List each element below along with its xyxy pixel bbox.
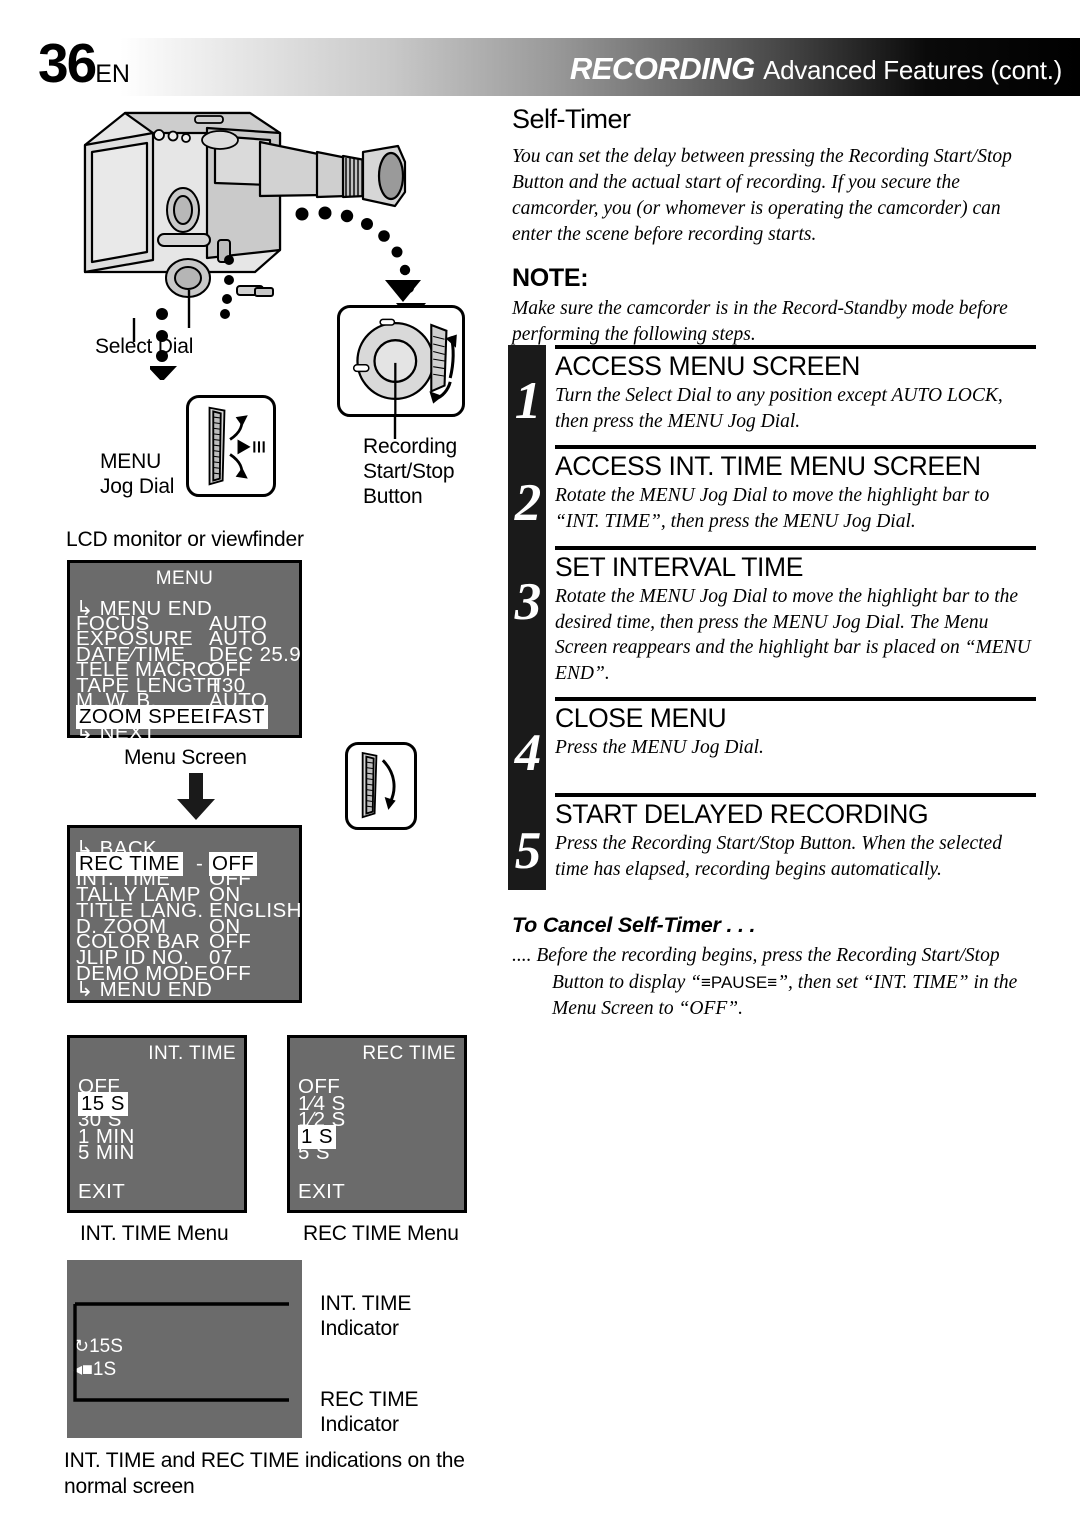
step-4-title: CLOSE MENU [555,702,727,733]
section-title: Self-Timer [512,104,631,134]
menu-row[interactable]: ↳ MENU END [76,977,299,1002]
recording-box-arrow [385,280,421,302]
step-4-desc: Press the MENU Jog Dial. [555,736,764,758]
recording-button-label-line3: Button [363,484,423,508]
int-time-indicator-label-line2: Indicator [320,1316,399,1340]
recording-button-detail-box [337,305,465,417]
section-intro: You can set the delay between pressing t… [512,146,1012,245]
menu-jog-dial-label: MENU Jog Dial [100,450,174,500]
menu-row[interactable]: ↳ NEXT [76,720,299,745]
page-header: 36EN RECORDING Advanced Features (cont.) [0,36,1080,96]
recording-button-label-line1: Recording [363,435,457,458]
note-body: Make sure the camcorder is in the Record… [512,297,1008,345]
step-5-desc: Press the Recording Start/Stop Button. W… [555,832,1002,880]
header-title-rest: Advanced Features (cont.) [763,55,1062,85]
step-1: 1 ACCESS MENU SCREEN Turn the Select Dia… [508,349,1036,434]
header-title-emphasis: RECORDING [569,51,755,86]
step-2-title: ACCESS INT. TIME MENU SCREEN [555,451,981,482]
down-arrow-icon [177,773,215,820]
step-1-desc: Turn the Select Dial to any position exc… [555,385,1003,432]
bottom-caption-line1: INT. TIME and REC TIME indications on th… [64,1449,465,1472]
step-3-desc: Rotate the MENU Jog Dial to move the hig… [555,585,1031,685]
header-title: RECORDING Advanced Features (cont.) [570,51,1062,87]
step-5-number: 5 [514,821,542,880]
rec-time-indicator-label-line1: REC TIME [320,1388,419,1411]
menu-row-label: ↳ NEXT [76,721,156,744]
rec-time-screen-title: REC TIME [362,1043,456,1064]
lcd-caption: LCD monitor or viewfinder [66,528,304,551]
step-4-number: 4 [514,723,542,782]
cancel-body: .... Before the recording begins, press … [512,943,1032,1023]
option-label: 5 MIN [78,1141,135,1164]
page-language-code: EN [95,60,130,88]
int-time-indicator-label-line1: INT. TIME [320,1292,412,1315]
note-label: NOTE: [512,263,589,292]
int-time-indicator-label: INT. TIME Indicator [320,1292,411,1342]
step-3: 3 SET INTERVAL TIME Rotate the MENU Jog … [508,550,1036,687]
step-1-number: 1 [514,372,542,430]
cancel-lead: .... [512,945,532,966]
option-label: 5 S [298,1141,330,1164]
step-4: 4 CLOSE MENU Press the MENU Jog Dial. [508,701,1036,793]
int-time-exit[interactable]: EXIT [78,1180,125,1204]
pause-label: PAUSE [710,972,768,992]
int-time-menu-caption: INT. TIME Menu [80,1222,229,1245]
cancel-heading: To Cancel Self-Timer . . . [512,913,756,937]
procedure-steps: 1 ACCESS MENU SCREEN Turn the Select Dia… [508,345,1036,890]
step-5: 5 START DELAYED RECORDING Press the Reco… [508,797,1036,882]
step-2-number: 2 [514,474,542,533]
option-item[interactable]: 5 MIN [78,1141,135,1165]
step-1-title: ACCESS MENU SCREEN [555,351,860,381]
rec-time-menu-caption: REC TIME Menu [303,1222,459,1245]
option-item[interactable]: 5 S [298,1141,330,1165]
menu-row-label: ↳ MENU END [76,978,213,1002]
int-time-screen[interactable]: INT. TIME OFF 15 S 30 S1 MIN 5 MIN EXIT [67,1035,247,1213]
recording-button-label: Recording Start/Stop Button [363,435,457,509]
indicator-leader-lines [73,1302,289,1402]
menu-screen-caption: Menu Screen [124,746,247,769]
rec-time-exit[interactable]: EXIT [298,1180,345,1204]
cancel-self-timer-block: To Cancel Self-Timer . . . .... Before t… [512,913,1032,1023]
menu-screen-2[interactable]: ↳ BACK REC TIME OFF - INT. TIME OFF TALLY LAMP… [67,825,302,1003]
step-3-number: 3 [514,572,542,631]
menu-jog-dial-detail-box [186,395,276,497]
recording-button-label-line2: Start/Stop [363,459,455,483]
menu-screen-1[interactable]: MENU ↳ MENU END FOCUS AUTO EXPOSURE AUTO DATE… [67,560,312,744]
menu-screen-1-title: MENU [155,568,214,589]
rec-time-indicator-label-line2: Indicator [320,1412,399,1436]
bottom-caption: INT. TIME and REC TIME indications on th… [64,1448,514,1501]
select-dial-label: Select Dial [95,335,194,358]
pause-indicator-token: ≡PAUSE≡ [700,972,778,992]
rec-time-indicator-label: REC TIME Indicator [320,1388,419,1438]
bottom-caption-line2: normal screen [64,1475,195,1499]
rec-time-screen[interactable]: REC TIME OFF 1∕4 S 1∕2 S1 S5 S EXIT [287,1035,467,1213]
menu-jog-dial-label-line1: MENU [100,450,162,473]
menu-jog-dial-label-line2: Jog Dial [100,474,175,498]
self-timer-section: Self-Timer You can set the delay between… [512,104,1032,348]
page-number-value: 36 [38,32,97,94]
step-2-desc: Rotate the MENU Jog Dial to move the hig… [555,485,990,533]
int-time-screen-title: INT. TIME [148,1043,236,1064]
step-3-title: SET INTERVAL TIME [555,551,803,582]
page-number: 36EN [38,36,130,91]
menu-jog-dial-rotate-box [345,742,417,830]
step-5-title: START DELAYED RECORDING [555,798,929,829]
step-2: 2 ACCESS INT. TIME MENU SCREEN Rotate th… [508,449,1036,534]
